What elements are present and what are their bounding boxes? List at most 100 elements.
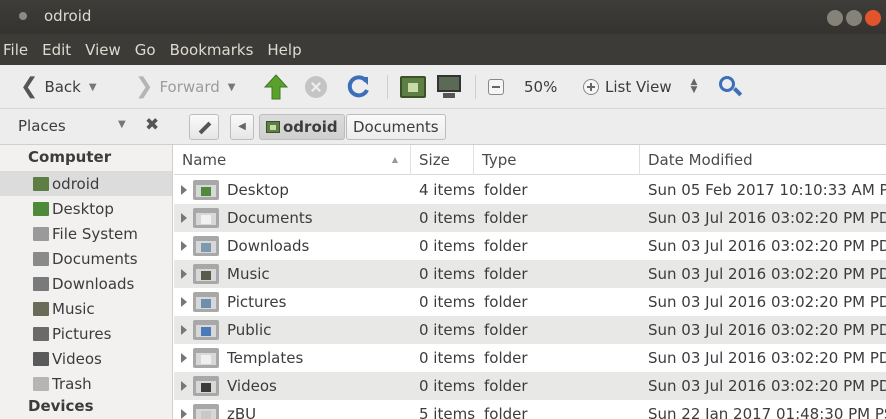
- expand-arrow-icon[interactable]: [181, 241, 187, 251]
- spinner-arrows-icon: ▲ ▼: [690, 77, 698, 95]
- menu-go[interactable]: Go: [135, 41, 156, 59]
- table-row[interactable]: Downloads 0 items folder Sun 03 Jul 2016 03…: [174, 232, 886, 260]
- cell-size: 0 items: [419, 349, 476, 367]
- sidebar-item-label: Pictures: [52, 324, 112, 343]
- chevron-down-icon[interactable]: ▼: [118, 119, 126, 130]
- table-row[interactable]: Documents 0 items folder Sun 03 Jul 2016 03…: [174, 204, 886, 232]
- menu-bookmarks[interactable]: Bookmarks: [170, 41, 254, 59]
- expand-arrow-icon[interactable]: [181, 353, 187, 363]
- cell-name: Desktop: [227, 181, 289, 199]
- sidebar-item-pictures[interactable]: Pictures: [0, 321, 172, 346]
- window-controls: [827, 10, 881, 26]
- sidebar-item-label: Music: [52, 299, 95, 318]
- cell-type: folder: [484, 265, 528, 283]
- expand-arrow-icon[interactable]: [181, 297, 187, 307]
- menu-bar: File Edit View Go Bookmarks Help: [0, 34, 886, 65]
- back-label: Back: [44, 78, 81, 96]
- back-button[interactable]: ❮ Back ▼: [20, 65, 97, 109]
- sidebar-item-desktop[interactable]: Desktop: [0, 196, 172, 221]
- zoom-in-button[interactable]: [583, 65, 599, 109]
- search-icon: [717, 74, 743, 100]
- zoom-out-button[interactable]: [488, 65, 504, 109]
- sidebar-item-trash[interactable]: Trash: [0, 371, 172, 396]
- videos-folder-icon: [193, 376, 219, 396]
- computer-button[interactable]: [436, 65, 462, 109]
- cell-size: 5 items: [419, 405, 476, 419]
- sidebar-item-label: File System: [52, 224, 138, 243]
- arrow-up-icon: [264, 74, 288, 100]
- forward-button[interactable]: ❯ Forward ▼: [135, 65, 235, 109]
- home-button[interactable]: [400, 65, 426, 109]
- column-header-name[interactable]: Name ▲: [174, 145, 411, 175]
- table-row[interactable]: Public 0 items folder Sun 03 Jul 2016 03:02…: [174, 316, 886, 344]
- reload-button[interactable]: [346, 65, 370, 109]
- stop-button[interactable]: [305, 65, 327, 109]
- menu-view[interactable]: View: [85, 41, 121, 59]
- sidebar-item-downloads[interactable]: Downloads: [0, 271, 172, 296]
- sidebar-item-label: Documents: [52, 249, 138, 268]
- menu-help[interactable]: Help: [267, 41, 301, 59]
- sidebar-item-videos[interactable]: Videos: [0, 346, 172, 371]
- expand-arrow-icon[interactable]: [181, 185, 187, 195]
- column-header-row: Name ▲ Size Type Date Modified: [174, 145, 886, 175]
- sidebar-item-label: Downloads: [52, 274, 135, 293]
- expand-arrow-icon[interactable]: [181, 325, 187, 335]
- table-row[interactable]: zBU 5 items folder Sun 22 Jan 2017 01:48:30…: [174, 400, 886, 419]
- chevron-down-icon[interactable]: ▼: [89, 82, 97, 93]
- sort-ascending-icon: ▲: [391, 155, 398, 164]
- close-button[interactable]: [865, 10, 881, 26]
- up-button[interactable]: [264, 65, 288, 109]
- search-button[interactable]: [717, 65, 743, 109]
- sidebar-item-label: Desktop: [52, 199, 114, 218]
- view-mode-select[interactable]: List View ▲ ▼: [605, 75, 699, 99]
- sidebar-item-documents[interactable]: Documents: [0, 246, 172, 271]
- chevron-down-icon[interactable]: ▼: [228, 82, 236, 93]
- close-sidebar-icon[interactable]: ✖: [145, 115, 159, 135]
- menu-edit[interactable]: Edit: [42, 41, 71, 59]
- cell-date-modified: Sun 03 Jul 2016 03:02:20 PM PDT: [648, 321, 886, 339]
- column-header-type[interactable]: Type: [474, 145, 640, 175]
- public-folder-icon: [193, 320, 219, 340]
- column-header-date-modified[interactable]: Date Modified: [640, 145, 886, 175]
- maximize-button[interactable]: [846, 10, 862, 26]
- folder-icon: [193, 404, 219, 419]
- desktop-folder-icon: [193, 180, 219, 200]
- view-mode-label: List View: [605, 78, 672, 96]
- breadcrumb-documents[interactable]: Documents: [346, 114, 446, 140]
- expand-arrow-icon[interactable]: [181, 269, 187, 279]
- minimize-button[interactable]: [827, 10, 843, 26]
- column-header-label: Date Modified: [648, 151, 753, 169]
- cell-name: Documents: [227, 209, 313, 227]
- downloads-folder-icon: [33, 276, 49, 291]
- home-icon: [400, 76, 426, 98]
- table-row[interactable]: Templates 0 items folder Sun 03 Jul 2016 03…: [174, 344, 886, 372]
- music-folder-icon: [33, 301, 49, 316]
- table-row[interactable]: Pictures 0 items folder Sun 03 Jul 2016 03:…: [174, 288, 886, 316]
- sidebar-item-file-system[interactable]: File System: [0, 221, 172, 246]
- cell-size: 0 items: [419, 321, 476, 339]
- expand-arrow-icon[interactable]: [181, 213, 187, 223]
- cell-size: 0 items: [419, 293, 476, 311]
- documents-folder-icon: [33, 251, 49, 266]
- expand-arrow-icon[interactable]: [181, 409, 187, 419]
- table-row[interactable]: Videos 0 items folder Sun 03 Jul 2016 03:02…: [174, 372, 886, 400]
- cell-type: folder: [484, 349, 528, 367]
- chevron-left-icon: ❮: [20, 74, 39, 99]
- cell-name: zBU: [227, 405, 257, 419]
- breadcrumb-odroid[interactable]: odroid: [259, 114, 345, 140]
- stop-icon: [305, 76, 327, 98]
- cell-name: Templates: [227, 349, 304, 367]
- cell-date-modified: Sun 03 Jul 2016 03:02:20 PM PDT: [648, 293, 886, 311]
- column-header-size[interactable]: Size: [411, 145, 474, 175]
- edit-location-button[interactable]: [189, 114, 219, 140]
- expand-arrow-icon[interactable]: [181, 381, 187, 391]
- menu-file[interactable]: File: [3, 41, 28, 59]
- path-scroll-left-button[interactable]: ◀: [230, 114, 254, 140]
- window-menu-icon[interactable]: [19, 12, 27, 20]
- sidebar-item-odroid[interactable]: odroid: [0, 171, 172, 196]
- sidebar-item-music[interactable]: Music: [0, 296, 172, 321]
- sidebar-item-label: odroid: [52, 174, 100, 193]
- sidebar-pane-label[interactable]: Places: [18, 117, 66, 135]
- table-row[interactable]: Desktop 4 items folder Sun 05 Feb 2017 10:1…: [174, 176, 886, 204]
- table-row[interactable]: Music 0 items folder Sun 03 Jul 2016 03:02:…: [174, 260, 886, 288]
